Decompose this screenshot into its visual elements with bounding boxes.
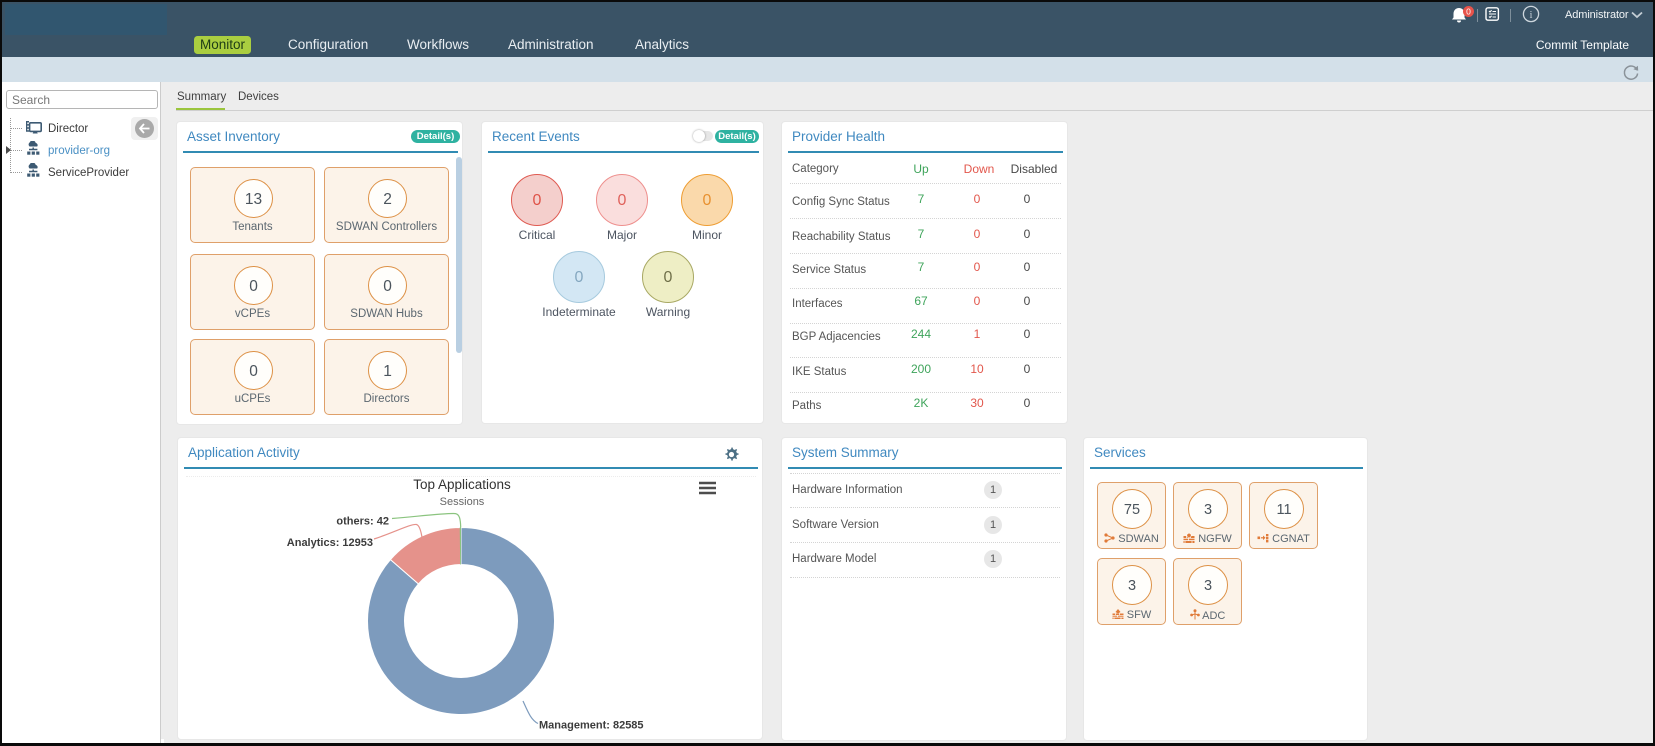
- svg-text:0: 0: [1466, 7, 1471, 17]
- svg-text:Management: 82585: Management: 82585: [539, 720, 644, 732]
- svg-text:Analytics: 12953: Analytics: 12953: [287, 537, 373, 549]
- svg-text:i: i: [1530, 10, 1533, 21]
- svg-text:others: 42: others: 42: [336, 516, 389, 528]
